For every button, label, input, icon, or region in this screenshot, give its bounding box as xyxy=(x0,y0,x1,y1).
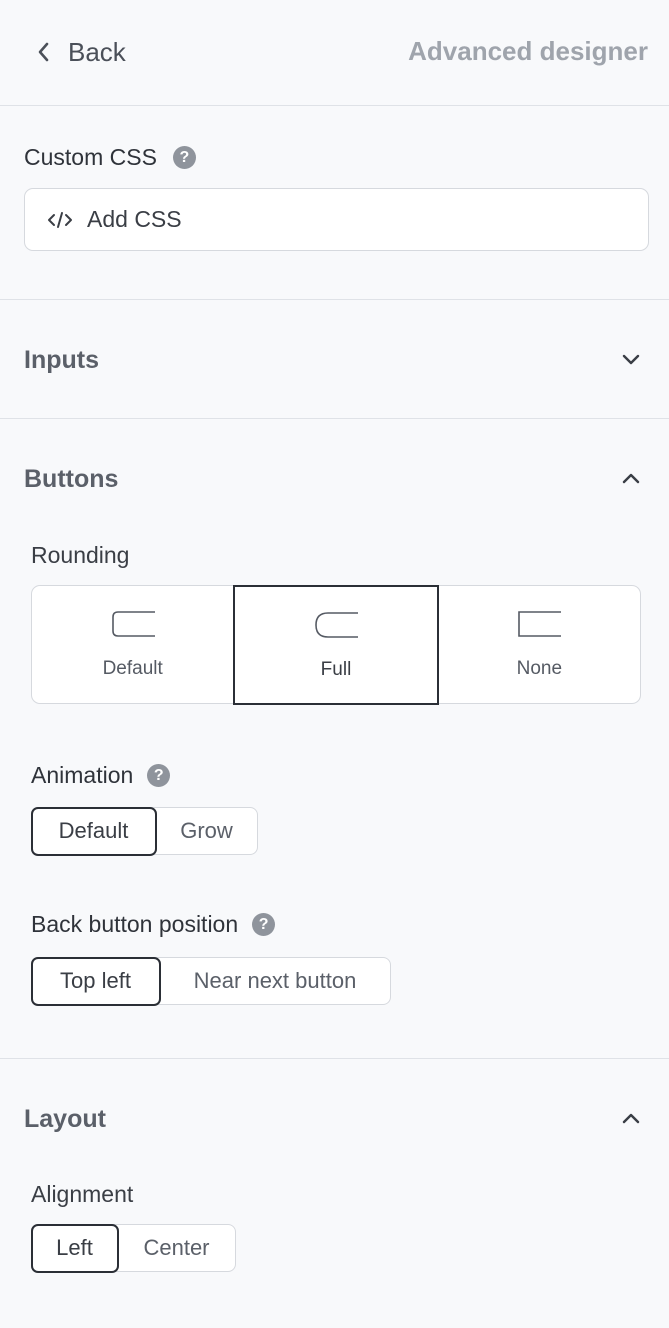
rounding-option-default[interactable]: Default xyxy=(32,586,233,703)
help-icon[interactable]: ? xyxy=(252,913,276,936)
animation-option-default[interactable]: Default xyxy=(30,806,157,856)
back-position-option-top-left[interactable]: Top left xyxy=(30,956,161,1006)
rounded-corner-icon xyxy=(111,611,155,637)
back-button-position-label-row: Back button position ? xyxy=(31,911,276,938)
chevron-left-icon xyxy=(38,42,49,62)
custom-css-section: Custom CSS ? Add CSS xyxy=(0,106,669,300)
custom-css-label-row: Custom CSS ? xyxy=(24,144,196,171)
chevron-up-icon xyxy=(622,473,640,484)
alignment-option-center[interactable]: Center xyxy=(119,1225,235,1271)
animation-toggle: Default Grow xyxy=(30,806,258,856)
add-css-button[interactable]: Add CSS xyxy=(24,188,649,251)
panel-header: Back Advanced designer xyxy=(0,0,669,106)
chevron-down-icon xyxy=(622,354,640,365)
alignment-toggle: Left Center xyxy=(30,1223,236,1273)
code-icon xyxy=(48,211,72,228)
rounding-option-label: None xyxy=(516,658,563,679)
inputs-section-header[interactable]: Inputs xyxy=(0,300,669,418)
back-button[interactable]: Back xyxy=(36,34,126,70)
alignment-label: Alignment xyxy=(31,1181,134,1207)
layout-section-header[interactable]: Layout xyxy=(0,1059,669,1159)
help-icon[interactable]: ? xyxy=(147,764,171,787)
back-position-option-near-next[interactable]: Near next button xyxy=(161,958,390,1004)
full-round-icon xyxy=(315,611,358,638)
back-button-position-label: Back button position xyxy=(31,911,239,937)
custom-css-label: Custom CSS xyxy=(24,144,157,170)
page-title: Advanced designer xyxy=(408,36,648,66)
inputs-section-title: Inputs xyxy=(24,346,99,374)
animation-option-grow[interactable]: Grow xyxy=(157,808,257,854)
buttons-section-title: Buttons xyxy=(24,465,119,493)
add-css-label: Add CSS xyxy=(87,206,182,232)
square-corner-icon xyxy=(518,611,562,637)
back-label: Back xyxy=(68,36,126,67)
layout-section-title: Layout xyxy=(24,1105,106,1133)
animation-label: Animation xyxy=(31,762,134,788)
advanced-designer-panel: Back Advanced designer Custom CSS ? Add … xyxy=(0,0,669,1328)
buttons-section-header[interactable]: Buttons xyxy=(0,419,669,519)
rounding-option-full[interactable]: Full xyxy=(233,584,439,705)
back-button-position-toggle: Top left Near next button xyxy=(30,956,391,1006)
alignment-option-left[interactable]: Left xyxy=(30,1223,119,1273)
rounding-selector: Default Full None xyxy=(31,584,641,705)
rounding-option-label: Full xyxy=(320,658,352,680)
rounding-label: Rounding xyxy=(31,542,130,568)
rounding-option-label: Default xyxy=(102,658,163,679)
chevron-up-icon xyxy=(622,1113,640,1124)
rounding-option-none[interactable]: None xyxy=(439,586,640,703)
help-icon[interactable]: ? xyxy=(172,146,196,169)
animation-label-row: Animation ? xyxy=(31,762,171,789)
